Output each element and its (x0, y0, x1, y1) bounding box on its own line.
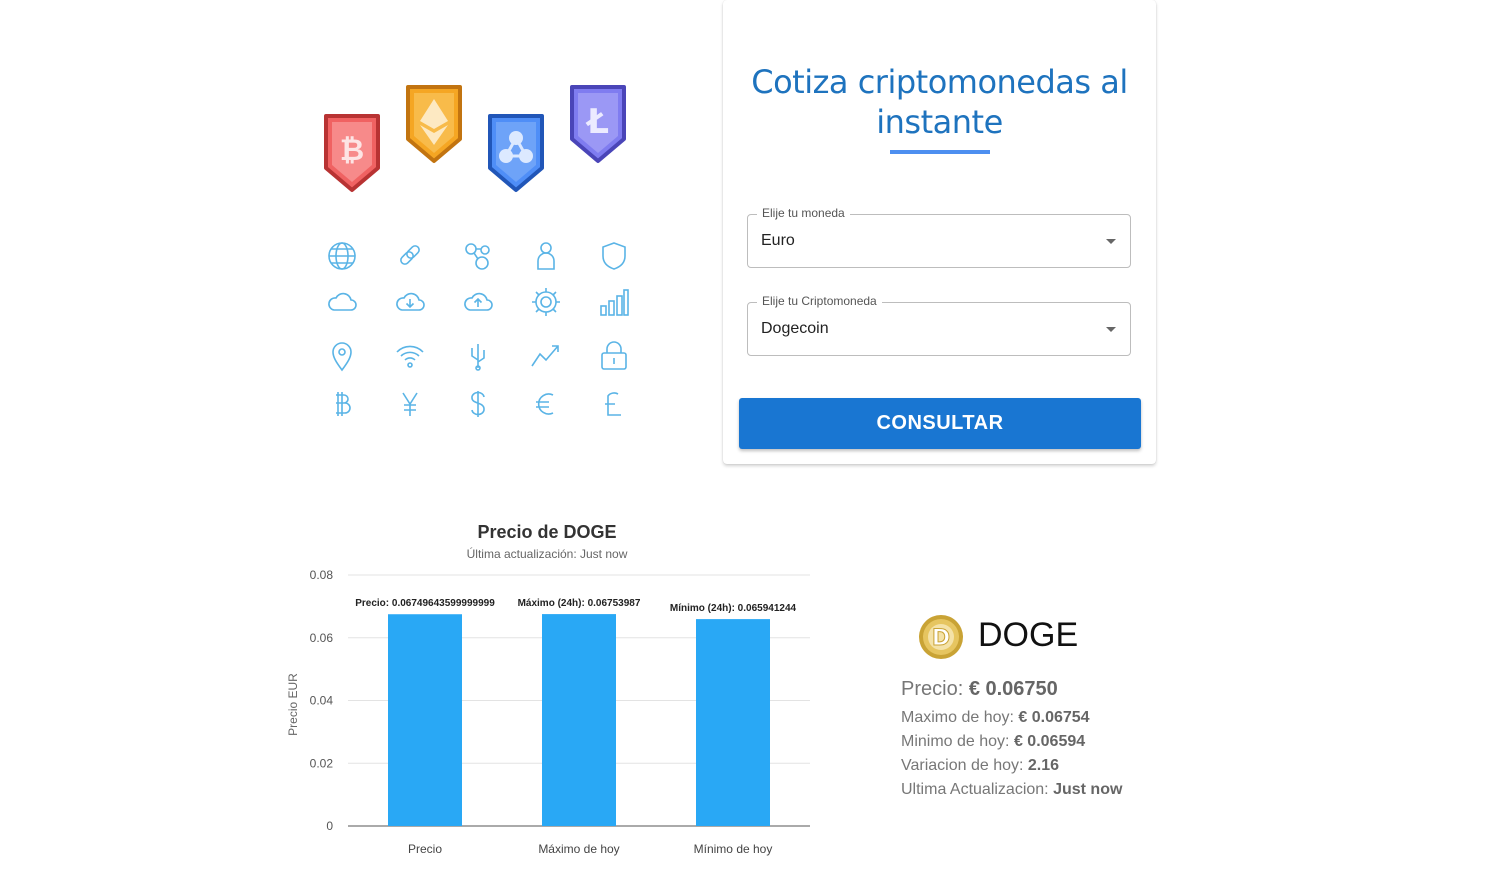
bitcoin-symbol-icon (326, 388, 358, 420)
bitcoin-badge-icon: ₿ (324, 114, 380, 192)
bar-chart-icon (598, 286, 630, 318)
ripple-badge-icon (488, 114, 544, 192)
last-update: Ultima Actualizacion: Just now (901, 781, 1122, 799)
link-icon (394, 240, 426, 272)
y-axis-label: Precio EUR (286, 673, 300, 736)
current-price-label: Precio: (901, 678, 964, 700)
lock-icon (598, 340, 630, 372)
consult-button[interactable]: CONSULTAR (739, 398, 1141, 449)
current-price-value: € 0.06750 (968, 678, 1058, 700)
gear-icon (530, 286, 562, 318)
chart-subtitle: Última actualización: Just now (467, 546, 628, 561)
globe-icon (326, 240, 358, 272)
price-chart: Precio de DOGE Última actualización: Just… (280, 510, 840, 879)
dogecoin-logo-icon: D (919, 615, 963, 659)
chart-bar (696, 619, 770, 826)
page-title: Cotiza criptomonedas al instante (751, 63, 1128, 141)
last-update-label: Ultima Actualizacion: (901, 781, 1049, 798)
day-high-value: € 0.06754 (1018, 709, 1090, 726)
day-low-label: Minimo de hoy: (901, 733, 1010, 750)
svg-text:₿: ₿ (340, 133, 364, 168)
chart-bar (542, 614, 616, 826)
day-low-value: € 0.06594 (1013, 733, 1086, 750)
crypto-select-value: Dogecoin (761, 320, 829, 337)
day-change-label: Variacion de hoy: (901, 757, 1024, 774)
y-tick-label: 0.04 (310, 694, 334, 708)
quote-form-card: Cotiza criptomonedas al instante Elije t… (723, 0, 1156, 464)
crypto-select[interactable]: Elije tu Criptomoneda Dogecoin (747, 294, 1131, 356)
chevron-down-icon[interactable] (1106, 327, 1116, 332)
y-tick-label: 0 (326, 819, 333, 833)
litecoin-symbol-icon (598, 388, 630, 420)
price-chart-svg: Precio de DOGE Última actualización: Just… (286, 522, 810, 856)
bar-data-label: Mínimo (24h): 0.065941244 (670, 603, 797, 614)
y-tick-label: 0.08 (310, 568, 334, 582)
usb-icon (462, 340, 494, 372)
chart-bar (388, 614, 462, 826)
svg-text:Ł: Ł (585, 102, 609, 142)
currency-select-label: Elije tu moneda (757, 206, 850, 220)
shield-icon (598, 240, 630, 272)
svg-text:D: D (932, 626, 950, 651)
trend-up-icon (530, 340, 562, 372)
day-high-label: Maximo de hoy: (901, 709, 1014, 726)
litecoin-badge-icon: Ł (570, 85, 626, 163)
cloud-download-icon (394, 286, 426, 318)
y-tick-label: 0.06 (310, 631, 334, 645)
user-icon (530, 240, 562, 272)
cloud-icon (326, 286, 358, 318)
wifi-icon (394, 340, 426, 372)
currency-select-value: Euro (761, 232, 795, 249)
coin-symbol: DOGE (978, 616, 1079, 654)
chart-title: Precio de DOGE (477, 522, 616, 542)
last-update-value: Just now (1053, 781, 1123, 798)
cloud-upload-icon (462, 286, 494, 318)
euro-symbol-icon (530, 388, 562, 420)
day-change-value: 2.16 (1027, 757, 1060, 774)
bar-data-label: Máximo (24h): 0.06753987 (518, 598, 641, 609)
day-high: Maximo de hoy: € 0.06754 (901, 709, 1090, 727)
current-price: Precio: € 0.06750 (901, 678, 1058, 701)
day-change: Variacion de hoy: 2.16 (901, 757, 1059, 775)
ethereum-badge-icon (406, 85, 462, 163)
x-tick-label: Mínimo de hoy (694, 842, 773, 856)
crypto-select-label: Elije tu Criptomoneda (757, 294, 882, 308)
location-pin-icon (326, 340, 358, 372)
x-tick-label: Máximo de hoy (538, 842, 619, 856)
x-tick-label: Precio (408, 842, 442, 856)
currency-select[interactable]: Elije tu moneda Euro (747, 206, 1131, 268)
chevron-down-icon[interactable] (1106, 239, 1116, 244)
title-underline (890, 150, 990, 154)
y-tick-label: 0.02 (310, 756, 334, 770)
bar-data-label: Precio: 0.06749643599999999 (355, 598, 495, 609)
yen-symbol-icon (394, 388, 426, 420)
day-low: Minimo de hoy: € 0.06594 (901, 733, 1085, 751)
network-icon (462, 240, 494, 272)
dollar-symbol-icon (462, 388, 494, 420)
